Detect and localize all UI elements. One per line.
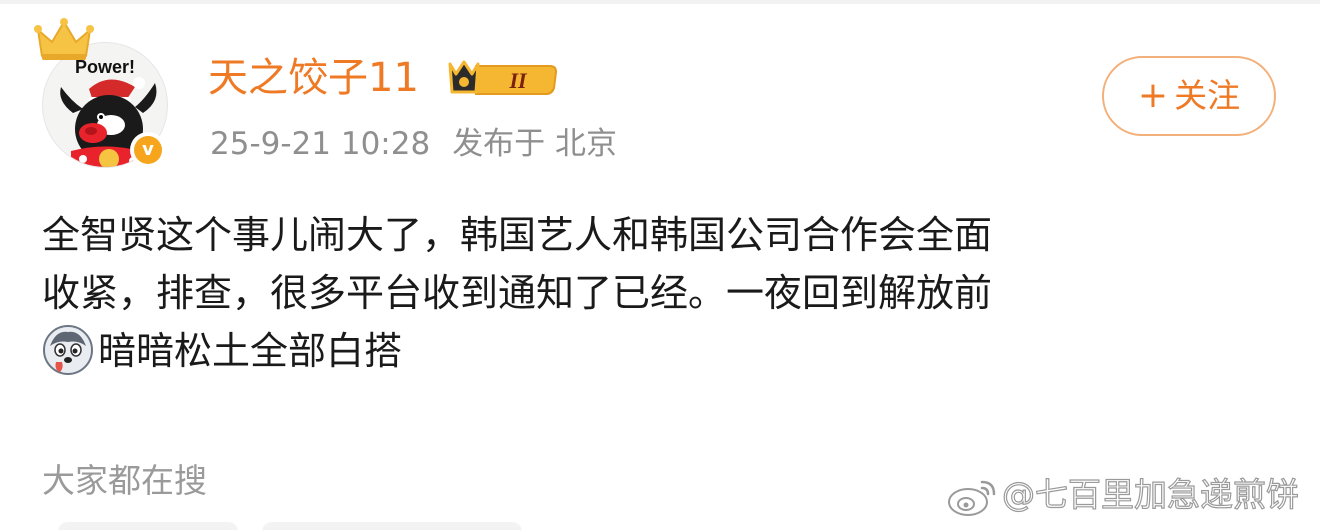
verified-badge: v xyxy=(130,132,166,168)
verified-v-icon: v xyxy=(134,136,162,164)
post-line: 收紧，排查，很多平台收到通知了已经。一夜回到解放前 xyxy=(42,271,993,315)
crown-icon xyxy=(34,18,94,60)
weibo-logo-icon xyxy=(948,480,996,516)
weibo-post-card: Power! v 天之饺子11 II 25-9-21 10:28 发布于 北京 … xyxy=(0,0,1320,530)
top-divider xyxy=(0,0,1320,4)
level-badge-icon: II xyxy=(448,60,558,95)
post-line-text: 暗暗松土全部白搭 xyxy=(98,329,403,373)
trending-topic-chip[interactable] xyxy=(58,522,238,530)
follow-button[interactable]: + 关注 xyxy=(1102,56,1276,136)
post-line-with-emoji: 暗暗松土全部白搭 xyxy=(42,322,1282,380)
husky-emoji-icon xyxy=(43,325,93,375)
username[interactable]: 天之饺子11 xyxy=(208,50,419,106)
post-timestamp: 25-9-21 10:28 xyxy=(210,126,431,162)
post-meta: 25-9-21 10:28 发布于 北京 xyxy=(210,122,617,166)
trending-topic-chip[interactable] xyxy=(262,522,522,530)
follow-button-label: 关注 xyxy=(1174,76,1241,115)
trending-search-label: 大家都在搜 xyxy=(42,461,207,500)
post-text: 全智贤这个事儿闹大了，韩国艺人和韩国公司合作会全面 收紧，排查，很多平台收到通知… xyxy=(42,206,1282,380)
plus-icon: + xyxy=(1137,75,1169,116)
avatar[interactable]: Power! v xyxy=(34,18,170,168)
post-line: 全智贤这个事儿闹大了，韩国艺人和韩国公司合作会全面 xyxy=(42,213,993,257)
post-location: 发布于 北京 xyxy=(452,126,618,162)
watermark-text: @七百里加急递煎饼 xyxy=(1001,474,1299,514)
level-badge-text: II xyxy=(508,68,528,93)
